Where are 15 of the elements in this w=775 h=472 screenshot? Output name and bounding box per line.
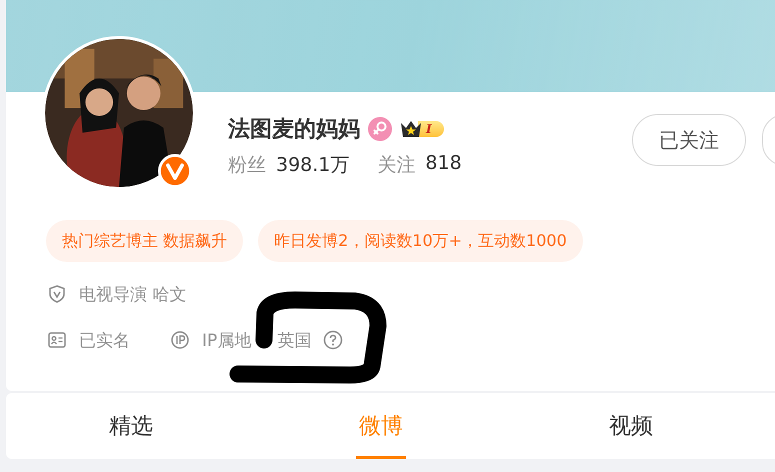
info-text: 英国 bbox=[277, 330, 312, 352]
tab[interactable]: 精选 bbox=[6, 393, 256, 459]
info-text: 电视导演 哈文 bbox=[79, 284, 186, 306]
stat-value: 818 bbox=[425, 152, 462, 176]
user-name: 法图麦的妈妈 bbox=[228, 116, 360, 144]
tag: 昨日发博2，阅读数10万+，互动数1000 bbox=[258, 220, 583, 262]
stat-label: 粉丝 bbox=[228, 153, 266, 178]
info-text: 已实名 bbox=[79, 330, 130, 352]
tag: 热门综艺博主 数据飙升 bbox=[46, 220, 244, 262]
follow-button[interactable]: 已关注 bbox=[632, 114, 746, 166]
member-rank-badge: I bbox=[400, 119, 444, 139]
tab[interactable]: 视频 bbox=[506, 393, 756, 459]
info-text: IP属地 bbox=[202, 330, 252, 352]
stat-value: 398.1万 bbox=[276, 153, 350, 178]
stat-label: 关注 bbox=[377, 153, 416, 178]
